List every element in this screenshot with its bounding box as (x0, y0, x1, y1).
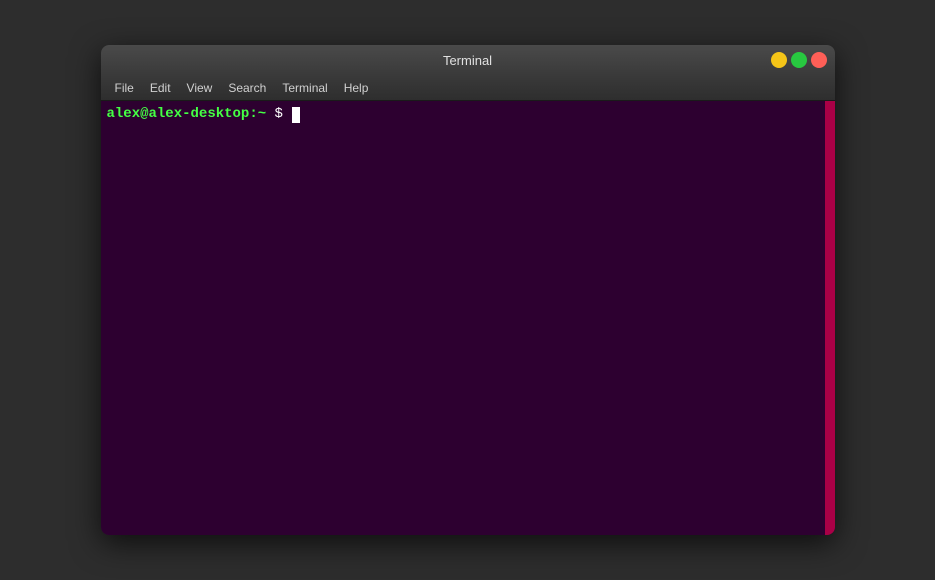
terminal-content[interactable]: alex@alex-desktop:~ $ (101, 101, 823, 535)
menu-terminal[interactable]: Terminal (274, 79, 335, 97)
close-button[interactable]: × (811, 52, 827, 68)
menu-view[interactable]: View (179, 79, 221, 97)
terminal-cursor (292, 107, 300, 123)
menu-help[interactable]: Help (336, 79, 377, 97)
window-controls: − □ × (771, 52, 827, 68)
titlebar: Terminal − □ × (101, 45, 835, 75)
minimize-button[interactable]: − (771, 52, 787, 68)
prompt-user: alex@alex-desktop:~ (107, 105, 267, 125)
menu-edit[interactable]: Edit (142, 79, 179, 97)
menubar: File Edit View Search Terminal Help (101, 75, 835, 101)
terminal-body[interactable]: alex@alex-desktop:~ $ (101, 101, 835, 535)
menu-search[interactable]: Search (220, 79, 274, 97)
prompt-line: alex@alex-desktop:~ $ (107, 105, 817, 125)
menu-file[interactable]: File (107, 79, 142, 97)
maximize-button[interactable]: □ (791, 52, 807, 68)
terminal-window: Terminal − □ × File Edit View Search Ter… (101, 45, 835, 535)
window-title: Terminal (443, 53, 492, 68)
prompt-symbol: $ (266, 105, 291, 125)
scrollbar-track[interactable] (823, 101, 835, 535)
scrollbar-thumb[interactable] (825, 101, 835, 535)
